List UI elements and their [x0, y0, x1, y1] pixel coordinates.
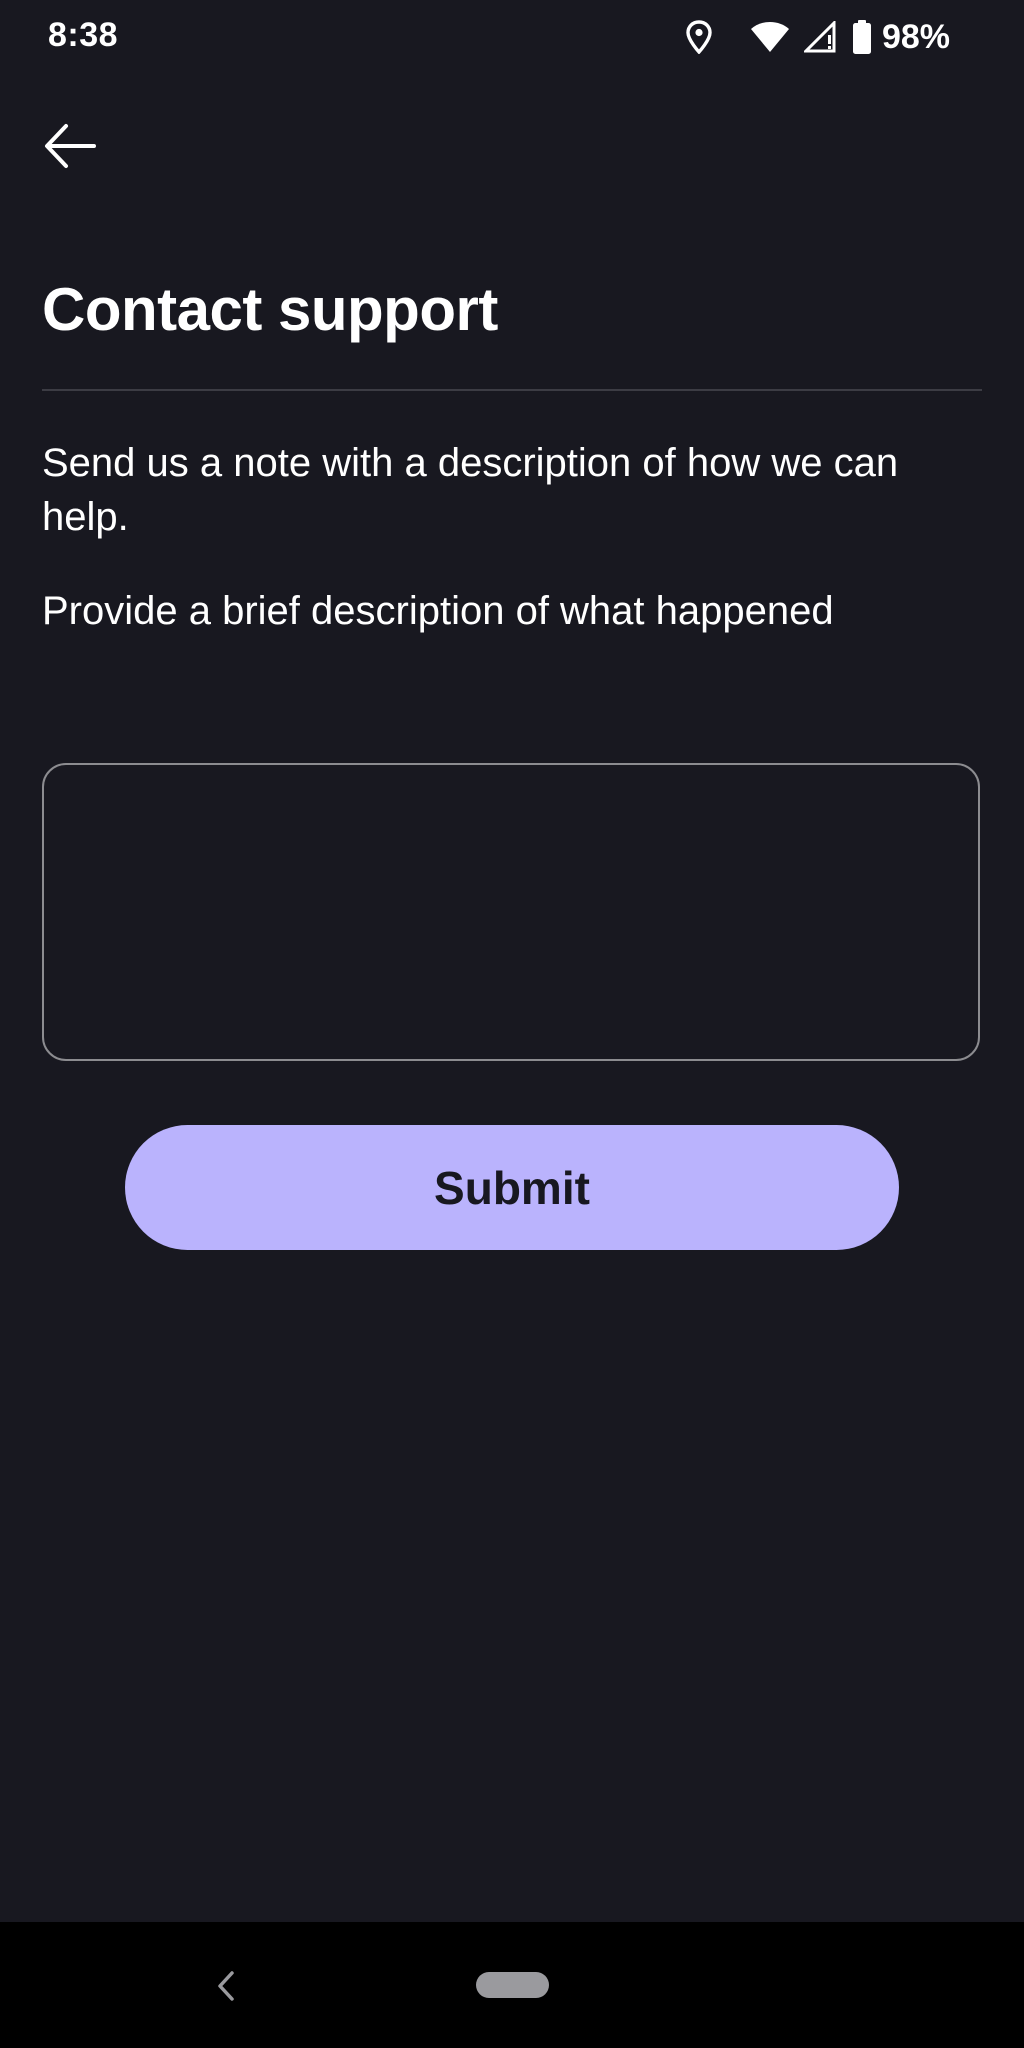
status-time: 8:38 [48, 16, 119, 54]
location-icon [686, 20, 712, 54]
status-icons: 98% [686, 16, 950, 58]
intro-text: Send us a note with a description of how… [42, 441, 899, 539]
page-title: Contact support [42, 276, 498, 343]
chevron-left-icon [212, 1971, 240, 2006]
arrow-left-icon [42, 124, 108, 178]
wifi-icon [750, 21, 790, 53]
status-bar: 8:38 98% [0, 0, 1024, 74]
description-input[interactable] [42, 763, 980, 1061]
battery-percentage: 98% [881, 17, 950, 56]
battery-icon [852, 20, 872, 54]
signal-icon [803, 21, 838, 53]
nav-back-button[interactable] [212, 1970, 240, 2002]
description-label: Provide a brief description of what happ… [42, 589, 834, 633]
divider [42, 389, 982, 391]
back-button[interactable] [42, 118, 108, 174]
submit-button[interactable]: Submit [125, 1125, 899, 1250]
navigation-bar [0, 1922, 1024, 2048]
home-pill-icon[interactable] [476, 1972, 549, 1998]
